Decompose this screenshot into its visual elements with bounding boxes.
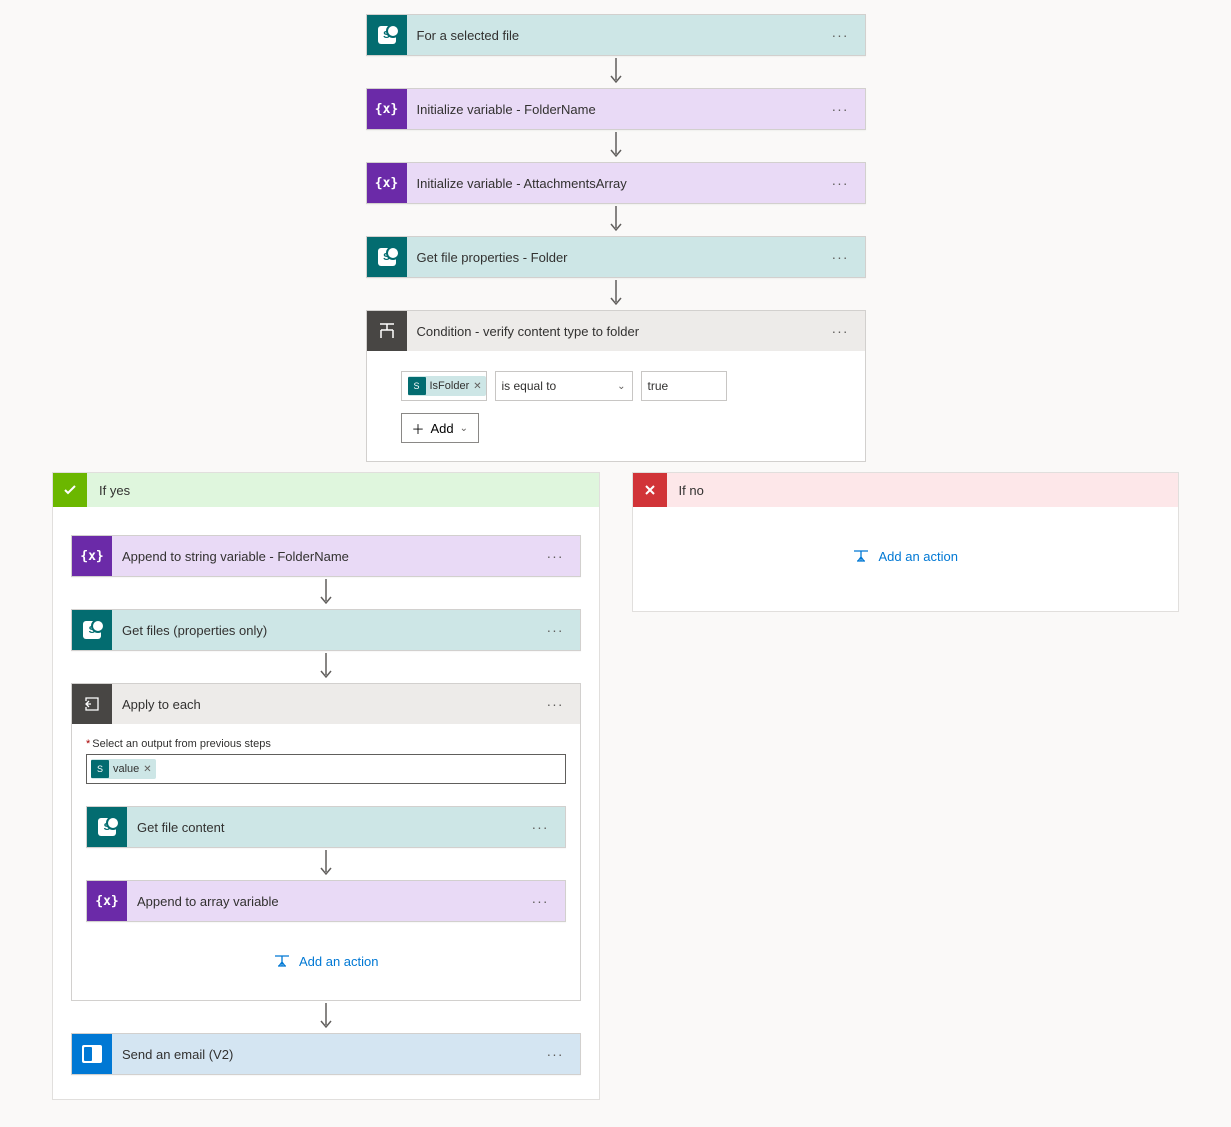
add-action-label: Add an action [299,954,379,969]
append-string-card[interactable]: {x} Append to string variable - FolderNa… [71,535,581,577]
card-title: Get files (properties only) [112,623,541,638]
apply-output-label: *Select an output from previous steps [86,738,566,750]
sharepoint-icon: S [91,760,109,778]
arrow-down-icon [319,1001,333,1033]
more-menu-icon[interactable]: ··· [826,323,855,339]
card-title: Condition - verify content type to folde… [407,324,826,339]
init-foldername-card[interactable]: {x} Initialize variable - FolderName ··· [366,88,866,130]
sharepoint-icon: S [408,377,426,395]
plus-icon: ＋ [412,419,425,438]
branch-no: If no Add an action [632,472,1180,612]
arrow-down-icon [609,278,623,310]
condition-left-operand[interactable]: S IsFolder ✕ [401,371,487,401]
branch-label: If no [667,483,716,498]
card-title: Get file content [127,820,526,835]
card-title: Initialize variable - AttachmentsArray [407,176,826,191]
arrow-down-icon [319,848,333,880]
arrow-down-icon [319,577,333,609]
check-icon [53,473,87,507]
more-menu-icon[interactable]: ··· [826,27,855,43]
apply-output-input[interactable]: S value ✕ [86,754,566,784]
token-remove-icon[interactable]: ✕ [143,764,151,775]
condition-card[interactable]: Condition - verify content type to folde… [366,310,866,462]
add-action-label: Add an action [878,549,958,564]
more-menu-icon[interactable]: ··· [541,622,570,638]
branch-label: If yes [87,483,142,498]
sharepoint-icon: S [87,807,127,847]
dynamic-token[interactable]: S value ✕ [91,759,156,779]
chevron-down-icon: ⌄ [460,423,468,434]
add-label: Add [431,421,454,436]
sharepoint-icon: S [367,15,407,55]
get-file-properties-card[interactable]: S Get file properties - Folder ··· [366,236,866,278]
card-title: Send an email (V2) [112,1047,541,1062]
token-text: IsFolder [430,380,470,392]
sharepoint-icon: S [72,610,112,650]
more-menu-icon[interactable]: ··· [826,101,855,117]
append-array-card[interactable]: {x} Append to array variable ··· [86,880,566,922]
trigger-card[interactable]: S For a selected file ··· [366,14,866,56]
insert-step-icon [273,952,291,970]
card-title: For a selected file [407,28,826,43]
branch-yes: If yes {x} Append to string variable - F… [52,472,600,1100]
more-menu-icon[interactable]: ··· [541,696,570,712]
card-title: Get file properties - Folder [407,250,826,265]
init-attachments-card[interactable]: {x} Initialize variable - AttachmentsArr… [366,162,866,204]
get-files-card[interactable]: S Get files (properties only) ··· [71,609,581,651]
apply-to-each-card[interactable]: Apply to each ··· *Select an output from… [71,683,581,1001]
more-menu-icon[interactable]: ··· [826,175,855,191]
card-title: Append to array variable [127,894,526,909]
variable-icon: {x} [87,881,127,921]
condition-operator-select[interactable]: is equal to ⌄ [495,371,633,401]
dynamic-token[interactable]: S IsFolder ✕ [408,376,486,396]
send-email-card[interactable]: Send an email (V2) ··· [71,1033,581,1075]
chevron-down-icon: ⌄ [617,381,625,392]
outlook-icon [72,1034,112,1074]
add-action-button[interactable]: Add an action [852,527,958,585]
more-menu-icon[interactable]: ··· [826,249,855,265]
close-icon [633,473,667,507]
insert-step-icon [852,547,870,565]
branch-no-header: If no [633,473,1179,507]
condition-right-value: true [648,379,669,393]
card-title: Append to string variable - FolderName [112,549,541,564]
get-file-content-card[interactable]: S Get file content ··· [86,806,566,848]
more-menu-icon[interactable]: ··· [541,548,570,564]
sharepoint-icon: S [367,237,407,277]
variable-icon: {x} [367,163,407,203]
condition-icon [367,311,407,351]
arrow-down-icon [609,204,623,236]
more-menu-icon[interactable]: ··· [526,819,555,835]
condition-right-operand[interactable]: true [641,371,727,401]
card-title: Initialize variable - FolderName [407,102,826,117]
loop-icon [72,684,112,724]
token-remove-icon[interactable]: ✕ [473,381,481,392]
more-menu-icon[interactable]: ··· [541,1046,570,1062]
add-action-button[interactable]: Add an action [273,922,379,980]
more-menu-icon[interactable]: ··· [526,893,555,909]
branch-yes-header: If yes [53,473,599,507]
operator-label: is equal to [502,379,557,393]
add-condition-button[interactable]: ＋ Add ⌄ [401,413,480,443]
arrow-down-icon [609,56,623,88]
variable-icon: {x} [367,89,407,129]
arrow-down-icon [319,651,333,683]
arrow-down-icon [609,130,623,162]
token-text: value [113,763,139,775]
card-title: Apply to each [112,697,541,712]
variable-icon: {x} [72,536,112,576]
